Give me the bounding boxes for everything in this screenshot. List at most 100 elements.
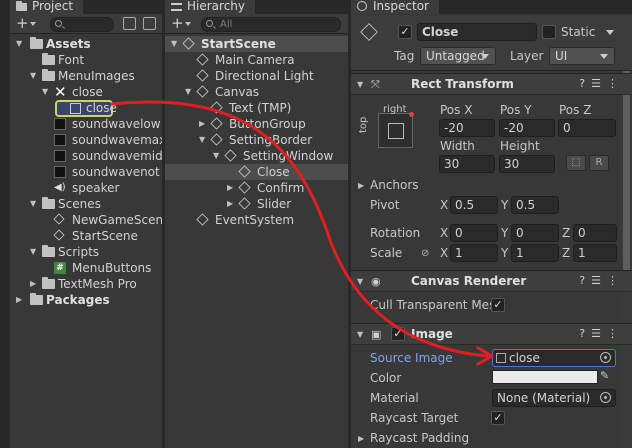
project-item-soundwavenot[interactable]: soundwavenot xyxy=(10,164,162,180)
hierarchy-search-input[interactable]: All xyxy=(201,17,341,32)
image-enabled-checkbox[interactable]: ✓ xyxy=(391,327,405,341)
color-swatch[interactable] xyxy=(492,370,598,384)
scale-y-field[interactable]: 1 xyxy=(511,244,559,262)
link-constrain-icon[interactable]: ⊘ xyxy=(421,248,429,259)
foldout-arrow-icon[interactable]: ▼ xyxy=(30,244,39,260)
project-item-close[interactable]: ▼ ✕ close xyxy=(10,84,162,100)
static-checkbox[interactable] xyxy=(542,25,556,39)
object-picker-icon[interactable] xyxy=(600,392,611,403)
create-plus-button[interactable]: + xyxy=(171,15,191,31)
raw-edit-button[interactable]: R xyxy=(589,155,609,171)
project-item-packages[interactable]: ▶ Packages xyxy=(10,292,162,308)
foldout-arrow-icon[interactable]: ▼ xyxy=(199,132,208,148)
color-label: Color xyxy=(370,371,402,385)
component-menu-icons[interactable]: ?☰⋮ xyxy=(579,274,624,287)
rotation-y-field[interactable]: 0 xyxy=(511,224,559,242)
image-header[interactable]: ▼ ▣ ✓ Image ?☰⋮ xyxy=(351,323,632,345)
project-item-scripts[interactable]: ▼ Scripts xyxy=(10,244,162,260)
tab-inspector[interactable]: Inspector xyxy=(351,0,439,14)
pivot-x-field[interactable]: 0.5 xyxy=(450,196,498,214)
foldout-arrow-icon[interactable]: ▼ xyxy=(30,68,39,84)
hierarchy-item-text-tmp[interactable]: Text (TMP) xyxy=(165,100,348,116)
project-item-font[interactable]: Font xyxy=(10,52,162,68)
height-field[interactable]: 30 xyxy=(499,155,555,173)
hierarchy-item-slider[interactable]: ▶ Slider xyxy=(165,196,348,212)
scale-z-field[interactable]: 1 xyxy=(573,244,617,262)
hierarchy-item-label: Text (TMP) xyxy=(229,101,292,115)
raycast-padding-foldout-icon[interactable]: ▶ xyxy=(358,434,367,443)
width-field[interactable]: 30 xyxy=(439,155,495,173)
hierarchy-item-confirm[interactable]: ▶ Confirm xyxy=(165,180,348,196)
raycast-target-checkbox[interactable]: ✓ xyxy=(491,411,505,425)
hierarchy-item-settingwindow[interactable]: ▼ SettingWindow xyxy=(165,148,348,164)
project-item-speaker[interactable]: ◀) speaker xyxy=(10,180,162,196)
hierarchy-item-close[interactable]: Close xyxy=(165,164,348,180)
hierarchy-item-directional-light[interactable]: Directional Light xyxy=(165,68,348,84)
blueprint-mode-button[interactable]: ⬚ xyxy=(566,155,586,171)
create-plus-button[interactable]: + xyxy=(16,15,36,31)
anchor-preset-widget[interactable] xyxy=(378,112,414,148)
foldout-arrow-icon[interactable]: ▼ xyxy=(171,36,180,52)
hierarchy-item-startscene[interactable]: ▼ StartScene xyxy=(165,36,348,52)
layer-dropdown[interactable]: UI xyxy=(549,47,615,65)
tab-project[interactable]: Project xyxy=(10,0,84,14)
project-search-input[interactable] xyxy=(50,17,114,32)
hierarchy-item-settingborder[interactable]: ▼ SettingBorder xyxy=(165,132,348,148)
project-item-scenes[interactable]: ▼ Scenes xyxy=(10,196,162,212)
foldout-arrow-icon[interactable]: ▼ xyxy=(357,277,366,286)
foldout-arrow-icon[interactable]: ▼ xyxy=(30,196,39,212)
anchors-label[interactable]: Anchors xyxy=(370,177,419,193)
project-item-textmesh-pro[interactable]: ▶ TextMesh Pro xyxy=(10,276,162,292)
foldout-arrow-icon[interactable]: ▶ xyxy=(16,292,25,308)
foldout-arrow-icon[interactable]: ▼ xyxy=(16,36,25,52)
hierarchy-item-buttongroup[interactable]: ▶ ButtonGroup xyxy=(165,116,348,132)
foldout-arrow-icon[interactable]: ▶ xyxy=(227,180,236,196)
project-item-assets[interactable]: ▼ Assets xyxy=(10,36,162,52)
hierarchy-item-main-camera[interactable]: Main Camera xyxy=(165,52,348,68)
anchors-foldout-icon[interactable]: ▶ xyxy=(358,181,367,190)
project-item-soundwavelow[interactable]: soundwavelow xyxy=(10,116,162,132)
pivot-y-field[interactable]: 0.5 xyxy=(511,196,559,214)
foldout-arrow-icon[interactable]: ▶ xyxy=(199,116,208,132)
filter-by-type-icon[interactable] xyxy=(123,17,136,30)
object-picker-icon[interactable] xyxy=(600,352,611,363)
project-item-soundwavemid[interactable]: soundwavemid xyxy=(10,148,162,164)
pos-y-field[interactable]: -20 xyxy=(499,119,555,137)
project-item-newgamescene[interactable]: NewGameScene xyxy=(10,212,162,228)
foldout-arrow-icon[interactable]: ▼ xyxy=(357,80,366,89)
component-menu-icons[interactable]: ?☰⋮ xyxy=(579,327,624,340)
raycast-padding-label[interactable]: Raycast Padding xyxy=(370,430,469,446)
object-name-field[interactable]: Close xyxy=(417,23,537,41)
tab-hierarchy[interactable]: Hierarchy xyxy=(165,0,256,14)
rotation-x-field[interactable]: 0 xyxy=(450,224,498,242)
cull-transparent-checkbox[interactable]: ✓ xyxy=(491,298,505,312)
source-image-field[interactable]: close xyxy=(492,349,616,367)
component-menu-icons[interactable]: ?☰⋮ xyxy=(579,77,624,90)
foldout-arrow-icon[interactable]: ▼ xyxy=(213,148,222,164)
active-checkbox[interactable]: ✓ xyxy=(398,25,412,39)
pos-z-field[interactable]: 0 xyxy=(558,119,616,137)
foldout-arrow-icon[interactable]: ▼ xyxy=(185,84,194,100)
static-dropdown-arrow-icon[interactable] xyxy=(606,30,614,35)
project-item-menubuttons[interactable]: # MenuButtons xyxy=(10,260,162,276)
project-item-close[interactable]: close xyxy=(10,100,162,116)
eyedropper-icon[interactable]: ✎ xyxy=(600,369,609,382)
rect-transform-header[interactable]: ▼ ⤧ Rect Transform ?☰⋮ xyxy=(351,73,632,95)
hierarchy-item-canvas[interactable]: ▼ Canvas xyxy=(165,84,348,100)
material-field[interactable]: None (Material) xyxy=(492,389,616,407)
scale-x-field[interactable]: 1 xyxy=(450,244,498,262)
hierarchy-item-eventsystem[interactable]: EventSystem xyxy=(165,212,348,228)
foldout-arrow-icon[interactable]: ▼ xyxy=(42,84,51,100)
foldout-arrow-icon[interactable]: ▼ xyxy=(357,330,366,339)
project-item-menuimages[interactable]: ▼ MenuImages xyxy=(10,68,162,84)
foldout-arrow-icon[interactable]: ▶ xyxy=(30,276,39,292)
tag-dropdown[interactable]: Untagged xyxy=(420,47,496,65)
canvas-renderer-header[interactable]: ▼ ◉ Canvas Renderer ?☰⋮ xyxy=(351,270,632,292)
pos-x-field[interactable]: -20 xyxy=(439,119,495,137)
project-item-startscene[interactable]: StartScene xyxy=(10,228,162,244)
project-item-label: MenuImages xyxy=(58,69,135,83)
foldout-arrow-icon[interactable]: ▶ xyxy=(227,196,236,212)
project-item-soundwavemax[interactable]: soundwavemax xyxy=(10,132,162,148)
rotation-z-field[interactable]: 0 xyxy=(573,224,617,242)
filter-by-label-icon[interactable] xyxy=(143,17,156,30)
